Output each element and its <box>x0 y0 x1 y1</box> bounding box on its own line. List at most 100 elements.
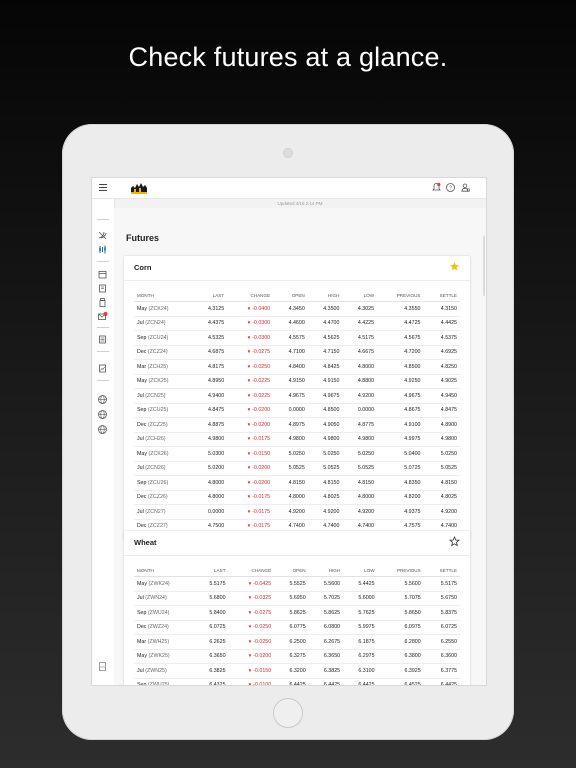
table-row[interactable]: Dec (ZWZ24) 6.0725 ▼-0.0250 6.0775 6.0800 5.9… <box>134 620 460 635</box>
column-header-month[interactable]: MONTH <box>134 564 195 577</box>
month-label: May <box>137 450 148 457</box>
help-icon[interactable]: ? <box>445 182 456 193</box>
column-header-low[interactable]: LOW <box>343 564 378 577</box>
scrollbar[interactable] <box>483 236 485 296</box>
contract-code: (ZCZ25) <box>147 421 168 428</box>
table-row[interactable]: Sep (ZWU25)6.4325▼-0.01006.44256.44256.4… <box>134 678 460 685</box>
previous-cell: 4.8200 <box>377 490 424 505</box>
table-row[interactable]: Jul (ZCN27) 0.0000 ▼-0.0175 4.9200 4.9200 4.9… <box>134 504 460 520</box>
mail-badge-icon[interactable] <box>97 311 108 322</box>
change-value: -0.0300 <box>252 334 271 341</box>
table-row[interactable]: Sep (ZCU25) 4.8475 ▼-0.0200 0.0000 4.8500 0.0… <box>134 403 460 418</box>
change-cell: ▼-0.0175 <box>227 432 274 447</box>
month-cell: Sep (ZWU24) <box>134 605 195 621</box>
month-cell: Jul (ZCN27) <box>134 504 193 520</box>
table-row[interactable]: Mar (ZCH25) 4.8175 ▼-0.0250 4.8400 4.8425 4.8… <box>134 359 460 375</box>
globe-icon[interactable] <box>97 409 108 420</box>
account-icon[interactable] <box>460 182 471 193</box>
contract-code: (ZCN27) <box>145 508 166 515</box>
high-cell: 4.7150 <box>307 345 343 360</box>
contract-code: (ZCU24) <box>147 334 169 341</box>
table-row[interactable]: May (ZCK24) 4.3125 ▼-0.0400 4.3450 4.3500 4.3… <box>134 301 460 317</box>
previous-cell: 6.4525 <box>377 678 424 685</box>
column-header-month[interactable]: MONTH <box>134 289 193 302</box>
table-row[interactable]: Sep (ZCU26) 4.8000 ▼-0.0200 4.8150 4.8150 4.8… <box>134 475 460 491</box>
document-icon[interactable] <box>97 334 108 345</box>
month-cell: Jul (ZCN24) <box>134 316 193 331</box>
change-value: -0.0200 <box>252 407 271 414</box>
column-header-low[interactable]: LOW <box>342 289 378 302</box>
column-header-change[interactable]: CHANGE <box>227 289 274 302</box>
column-header-open[interactable]: OPEN <box>274 564 309 577</box>
table-row[interactable]: Sep (ZCU24) 4.5325 ▼-0.0300 4.5575 4.5625 4.5… <box>134 330 460 346</box>
lab-flask-icon[interactable] <box>97 297 108 308</box>
table-row[interactable]: Jul (ZCN26) 5.0200 ▼-0.0200 5.0525 5.0525 5.0… <box>134 461 460 476</box>
home-button[interactable] <box>273 698 303 728</box>
globe-icon[interactable] <box>97 394 108 405</box>
star-outline-icon[interactable] <box>449 536 460 547</box>
star-filled-icon[interactable] <box>449 261 460 272</box>
table-row[interactable]: Dec (ZCZ26) 4.8000 ▼-0.0175 4.8000 4.8025 4.8… <box>134 490 460 505</box>
down-arrow-icon: ▼ <box>246 407 252 413</box>
high-cell: 4.4700 <box>307 316 343 331</box>
last-cell: 5.5175 <box>194 576 229 592</box>
open-cell: 4.7100 <box>273 345 308 360</box>
table-row[interactable]: May (ZCK25) 4.8950 ▼-0.0225 4.9150 4.9150 4.8… <box>134 374 460 389</box>
previous-cell: 4.9375 <box>377 504 424 520</box>
table-row[interactable]: Mar (ZWH25) 6.2625 ▼-0.0250 6.2500 6.2675 6.1… <box>134 634 460 650</box>
table-row[interactable]: Dec (ZCZ24) 4.6875 ▼-0.0275 4.7100 4.7150 4.6… <box>134 345 460 360</box>
low-cell: 4.8800 <box>342 374 378 389</box>
no-signal-icon[interactable] <box>97 230 108 241</box>
change-cell: ▼-0.0250 <box>228 620 275 635</box>
high-cell: 4.8025 <box>307 490 343 505</box>
change-cell: ▼-0.0200 <box>228 649 275 664</box>
globe-icon[interactable] <box>97 424 108 435</box>
column-header-previous[interactable]: PREVIOUS <box>377 564 424 577</box>
month-cell: Dec (ZWZ24) <box>134 620 195 635</box>
open-cell: 6.3275 <box>274 649 309 664</box>
table-row[interactable]: Jul (ZCN24) 4.4375 ▼-0.0300 4.4600 4.4700 4.4… <box>134 316 460 331</box>
table-row[interactable]: Dec (ZCZ25) 4.8875 ▼-0.0200 4.8975 4.9050 4.8… <box>134 417 460 433</box>
table-row[interactable]: Jul (ZWN25) 6.3825 ▼-0.0150 6.3200 6.3825 6.3… <box>134 663 460 679</box>
contract-code: (ZCN25) <box>145 392 166 399</box>
book-icon[interactable] <box>97 283 108 294</box>
column-header-previous[interactable]: PREVIOUS <box>377 289 424 302</box>
month-cell: Jul (ZWN24) <box>134 591 195 606</box>
svg-text:?: ? <box>449 185 452 191</box>
column-header-settle[interactable]: SETTLE <box>423 564 460 577</box>
month-cell: Jul (ZCH26) <box>134 432 193 447</box>
down-arrow-icon: ▼ <box>246 479 252 485</box>
column-header-last[interactable]: LAST <box>194 564 229 577</box>
calendar-icon[interactable] <box>97 269 108 280</box>
notification-bell-icon[interactable] <box>431 182 442 193</box>
menu-icon[interactable] <box>99 184 107 191</box>
table-row[interactable]: May (ZWK25) 6.3650 ▼-0.0200 6.3275 6.3650 6.2… <box>134 649 460 664</box>
table-row[interactable]: Jul (ZWN24) 5.6800 ▼-0.0325 5.6950 5.7025 5.6… <box>134 591 460 606</box>
futures-chart-icon[interactable] <box>97 244 108 255</box>
down-arrow-icon: ▼ <box>247 653 253 659</box>
settle-cell: 4.3150 <box>423 301 460 317</box>
column-header-open[interactable]: OPEN <box>273 289 308 302</box>
corn-card: Corn MONTH LAST CHANGE OPEN HIGH LOW PREVIOUS S… <box>124 256 470 541</box>
change-value: -0.0200 <box>252 421 271 428</box>
table-row[interactable]: May (ZCK26) 5.0300 ▼-0.0150 5.0250 5.0250 5.0… <box>134 446 460 462</box>
settle-cell: 6.3775 <box>423 663 460 679</box>
contract-code: (ZCK26) <box>148 450 169 457</box>
column-header-high[interactable]: HIGH <box>308 564 344 577</box>
last-cell: 4.8475 <box>192 403 228 418</box>
last-cell: 6.3650 <box>194 649 229 664</box>
bottom-panel-icon[interactable] <box>97 661 108 672</box>
table-row[interactable]: Jul (ZCN25) 4.9400 ▼-0.0225 4.9675 4.9675 4.9… <box>134 388 460 404</box>
change-cell: ▼-0.0150 <box>227 446 274 462</box>
table-row[interactable]: May (ZWK24) 5.5175 ▼-0.0425 5.5525 5.5600 5.4… <box>134 576 460 592</box>
low-cell: 4.8000 <box>342 359 378 375</box>
column-header-settle[interactable]: SETTLE <box>423 289 460 302</box>
table-row[interactable]: Jul (ZCH26) 4.9800 ▼-0.0175 4.9800 4.9800 4.9… <box>134 432 460 447</box>
document-chart-icon[interactable] <box>97 363 108 374</box>
month-label: May <box>137 653 148 660</box>
change-cell: ▼-0.0175 <box>227 504 274 520</box>
column-header-last[interactable]: LAST <box>192 289 228 302</box>
column-header-change[interactable]: CHANGE <box>228 564 275 577</box>
table-row[interactable]: Sep (ZWU24) 5.8400 ▼-0.0275 5.8625 5.8625 5.7… <box>134 605 460 621</box>
column-header-high[interactable]: HIGH <box>307 289 343 302</box>
